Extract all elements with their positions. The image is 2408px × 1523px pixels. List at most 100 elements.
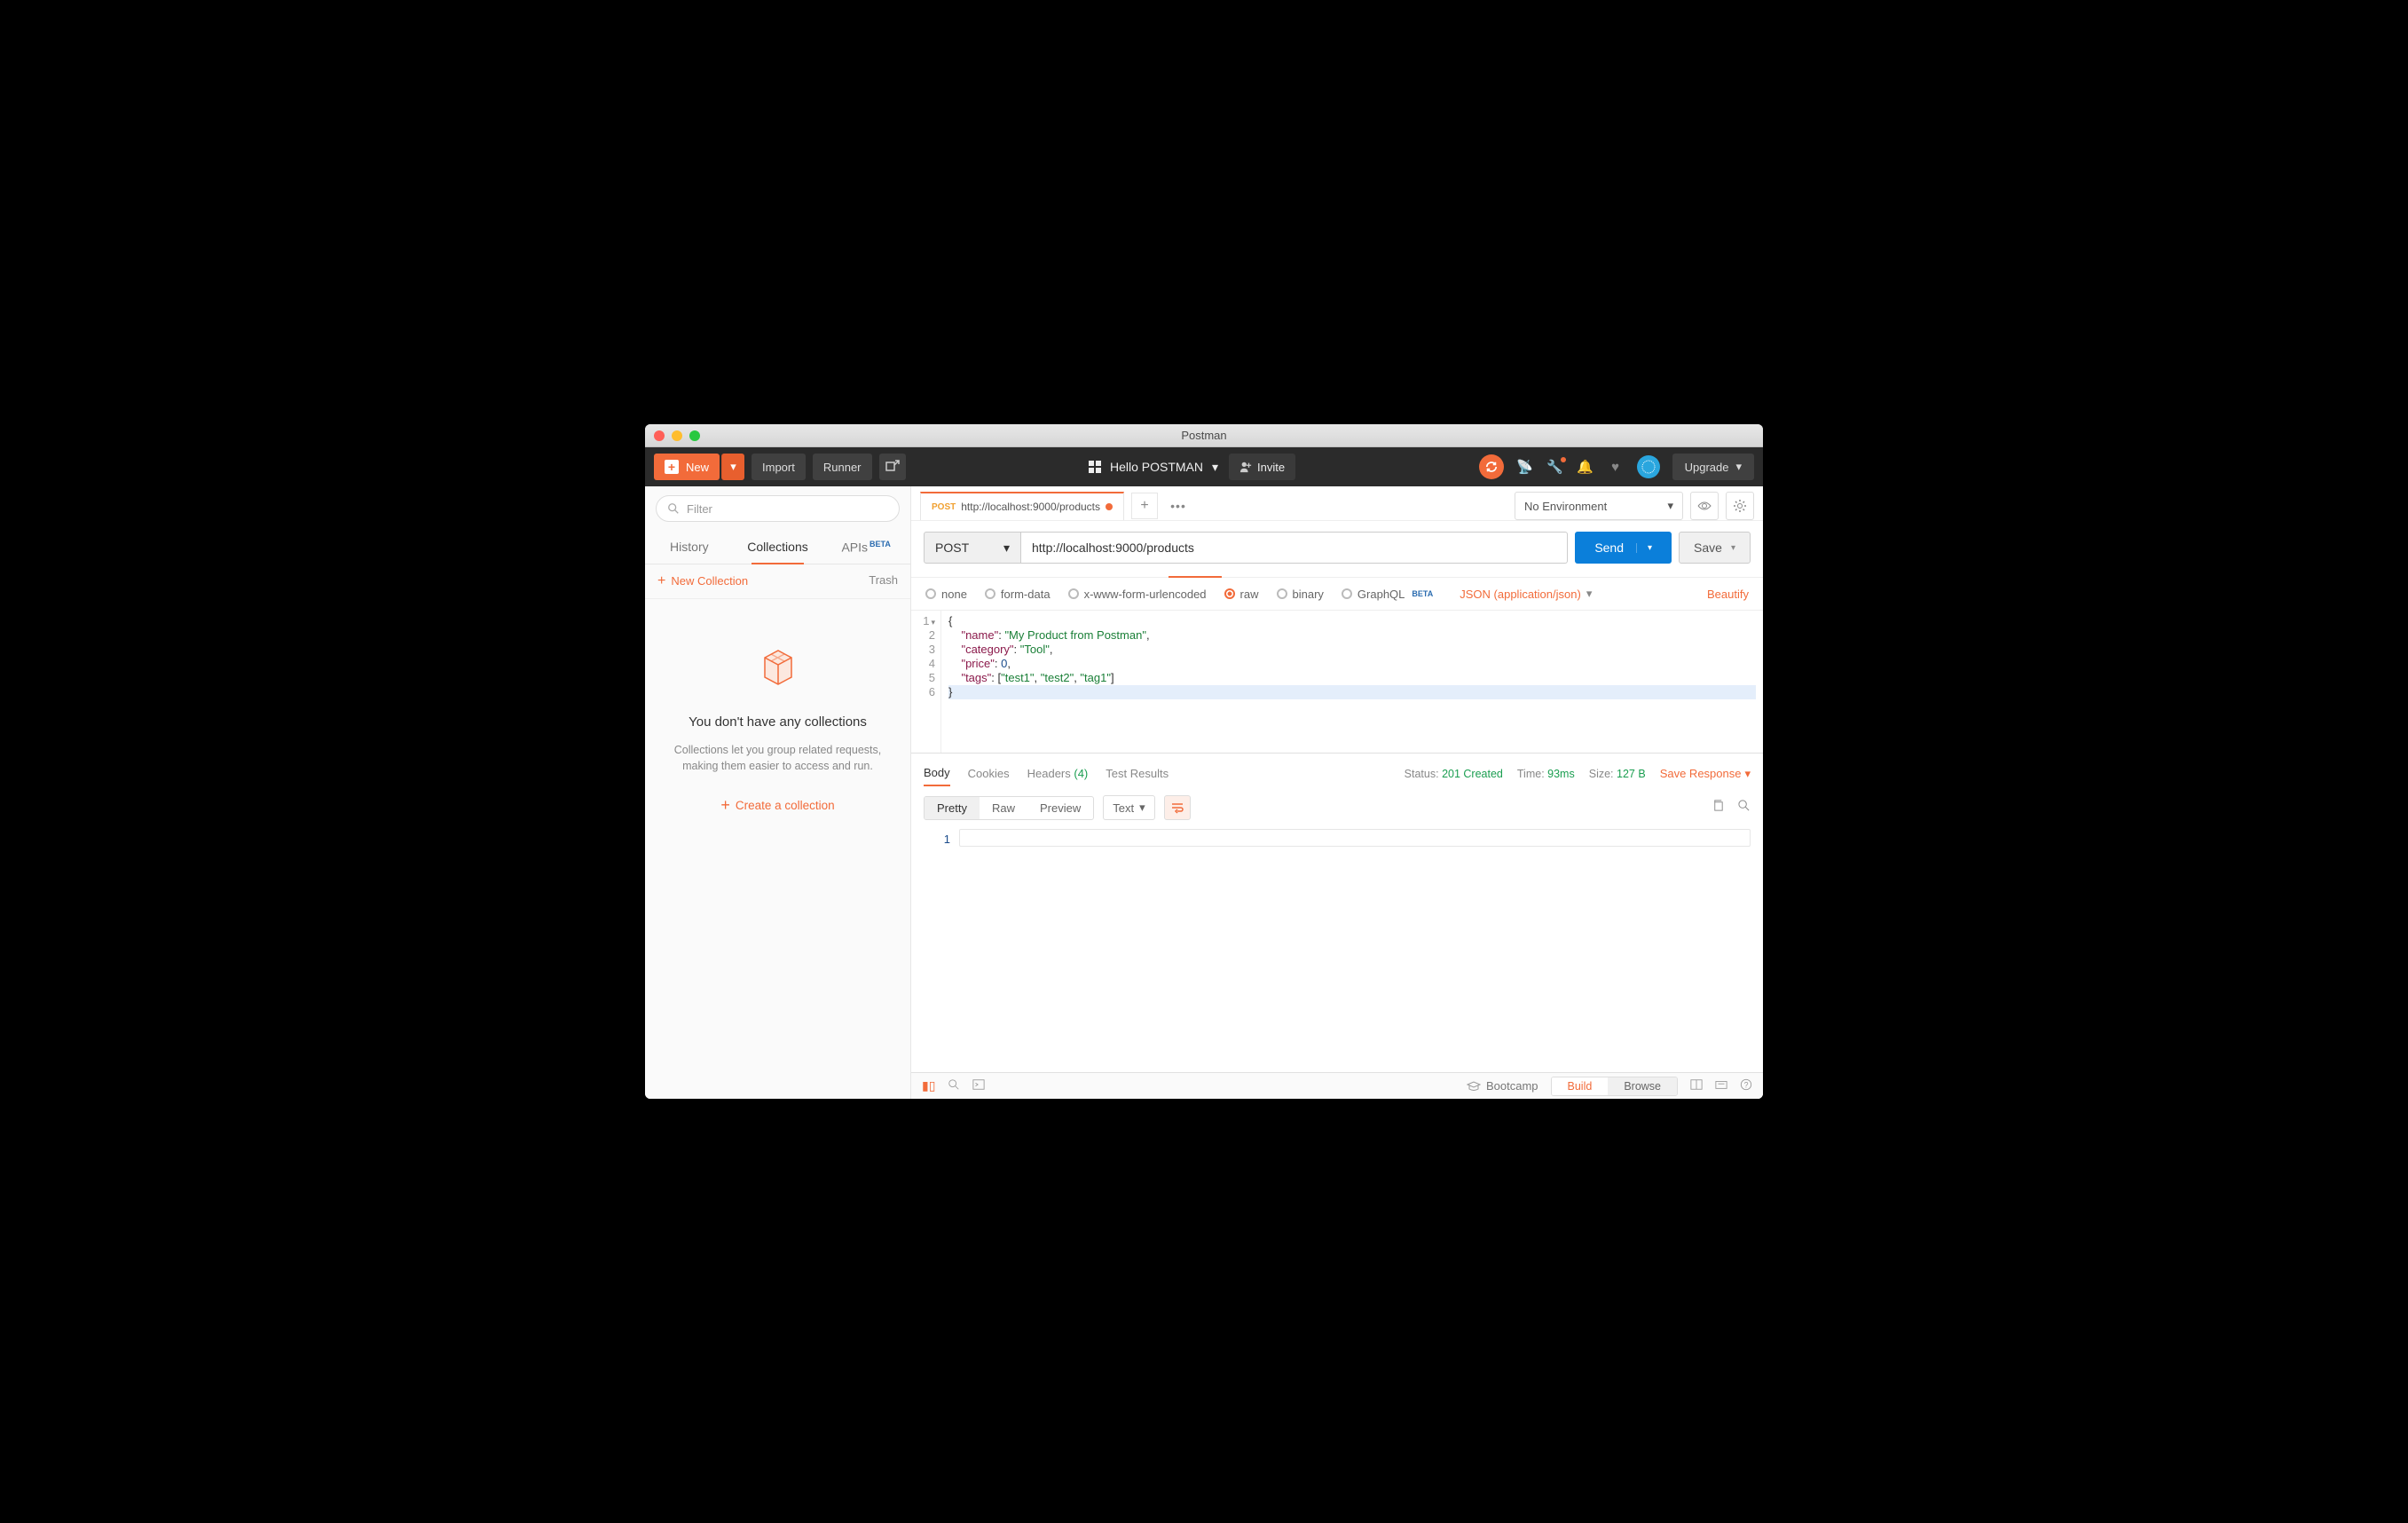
sync-icon [1485, 461, 1498, 473]
status-value: 201 Created [1442, 768, 1503, 780]
keyboard-shortcuts-icon[interactable] [1715, 1078, 1727, 1093]
top-toolbar: + New ▾ Import Runner Hello POSTMAN ▾ In… [645, 447, 1763, 486]
invite-button[interactable]: Invite [1229, 454, 1295, 480]
method-selector[interactable]: POST ▾ [924, 532, 1021, 564]
sync-button[interactable] [1479, 454, 1504, 479]
create-collection-button[interactable]: + Create a collection [720, 796, 834, 815]
view-preview[interactable]: Preview [1027, 797, 1093, 819]
workspace-name: Hello POSTMAN [1110, 460, 1203, 474]
plus-icon: + [720, 796, 730, 815]
url-input[interactable]: http://localhost:9000/products [1021, 532, 1568, 564]
new-window-button[interactable] [879, 454, 906, 480]
body-type-form-data[interactable]: form-data [985, 588, 1051, 601]
search-response-button[interactable] [1737, 799, 1751, 817]
import-button[interactable]: Import [752, 454, 806, 480]
graduation-cap-icon [1467, 1081, 1481, 1092]
copy-icon [1712, 799, 1725, 812]
body-type-graphql[interactable]: GraphQLBETA [1342, 588, 1433, 601]
build-browse-toggle[interactable]: Build Browse [1551, 1077, 1678, 1096]
find-icon[interactable] [948, 1078, 960, 1093]
svg-text:?: ? [1744, 1081, 1749, 1090]
plus-icon: + [665, 460, 679, 474]
size-value: 127 B [1617, 768, 1646, 780]
minimize-window-icon[interactable] [672, 430, 682, 441]
response-tab-tests[interactable]: Test Results [1106, 762, 1169, 785]
invite-icon [1239, 461, 1252, 473]
window-title: Postman [1181, 429, 1226, 442]
response-body: 1 [911, 829, 1763, 849]
save-button[interactable]: Save ▾ [1679, 532, 1751, 564]
chevron-down-icon: ▾ [1735, 460, 1742, 474]
two-pane-icon[interactable] [1690, 1078, 1703, 1093]
wrench-icon[interactable]: 🔧 [1546, 459, 1564, 475]
help-icon[interactable]: ? [1740, 1078, 1752, 1093]
empty-title: You don't have any collections [689, 714, 867, 730]
environment-settings-button[interactable] [1726, 492, 1754, 520]
eye-icon [1697, 499, 1712, 513]
maximize-window-icon[interactable] [689, 430, 700, 441]
search-icon [667, 502, 680, 515]
browse-tab[interactable]: Browse [1608, 1077, 1677, 1095]
tab-options-button[interactable]: ••• [1165, 493, 1192, 519]
view-raw[interactable]: Raw [980, 797, 1027, 819]
response-tab-cookies[interactable]: Cookies [968, 762, 1010, 785]
workspace-icon [1089, 461, 1101, 473]
response-line-number: 1 [924, 829, 959, 849]
plus-icon: + [657, 573, 665, 589]
sidebar-toggle-icon[interactable]: ▮▯ [922, 1078, 935, 1093]
main-pane: POST http://localhost:9000/products + ••… [911, 486, 1763, 1099]
search-icon [1737, 799, 1751, 812]
body-type-binary[interactable]: binary [1277, 588, 1324, 601]
bell-icon[interactable]: 🔔 [1577, 459, 1594, 475]
send-button[interactable]: Send ▾ [1575, 532, 1672, 564]
avatar[interactable] [1637, 455, 1660, 478]
tab-collections[interactable]: Collections [734, 531, 822, 564]
wrap-icon [1170, 801, 1184, 814]
body-type-urlencoded[interactable]: x-www-form-urlencoded [1068, 588, 1207, 601]
close-window-icon[interactable] [654, 430, 665, 441]
beta-badge: BETA [1412, 589, 1433, 598]
trash-link[interactable]: Trash [869, 573, 898, 589]
fold-icon: ▾ [931, 615, 935, 629]
new-tab-button[interactable]: + [1131, 493, 1158, 519]
tab-apis[interactable]: APIsBETA [822, 531, 910, 564]
avatar-icon [1641, 460, 1656, 474]
chevron-down-icon: ▾ [1139, 801, 1145, 815]
app-window: Postman + New ▾ Import Runner Hello POST… [645, 424, 1763, 1099]
collection-cube-icon [752, 640, 805, 693]
unsaved-dot-icon [1106, 503, 1113, 510]
upgrade-button[interactable]: Upgrade ▾ [1672, 454, 1754, 480]
environment-selector[interactable]: No Environment ▾ [1515, 492, 1683, 520]
copy-response-button[interactable] [1712, 799, 1725, 817]
status-bar: ▮▯ Bootcamp Build Browse ? [911, 1072, 1763, 1099]
new-dropdown-button[interactable]: ▾ [721, 454, 744, 480]
view-pretty[interactable]: Pretty [925, 797, 980, 819]
save-response-button[interactable]: Save Response ▾ [1660, 767, 1751, 781]
request-body-editor[interactable]: 1▾ 2 3 4 5 6 { "name": "My Product from … [911, 611, 1763, 753]
response-content[interactable] [959, 829, 1751, 847]
wrap-lines-button[interactable] [1164, 795, 1191, 820]
response-format-selector[interactable]: Text ▾ [1103, 795, 1154, 820]
body-type-raw[interactable]: raw [1224, 588, 1259, 601]
heart-icon[interactable]: ♥ [1607, 460, 1625, 475]
console-icon[interactable] [972, 1078, 985, 1093]
runner-button[interactable]: Runner [813, 454, 872, 480]
request-tab[interactable]: POST http://localhost:9000/products [920, 492, 1124, 520]
body-type-none[interactable]: none [925, 588, 967, 601]
response-tab-headers[interactable]: Headers (4) [1027, 762, 1089, 785]
bootcamp-button[interactable]: Bootcamp [1467, 1079, 1538, 1093]
response-tab-body[interactable]: Body [924, 761, 950, 786]
satellite-icon[interactable]: 📡 [1516, 459, 1534, 475]
filter-input[interactable]: Filter [656, 495, 900, 522]
new-button[interactable]: + New [654, 454, 720, 480]
sidebar: Filter History Collections APIsBETA + Ne… [645, 486, 911, 1099]
build-tab[interactable]: Build [1552, 1077, 1609, 1095]
tab-history[interactable]: History [645, 531, 734, 564]
workspace-selector[interactable]: Hello POSTMAN ▾ [1089, 460, 1218, 475]
environment-preview-button[interactable] [1690, 492, 1719, 520]
chevron-down-icon: ▾ [1731, 543, 1735, 553]
beautify-button[interactable]: Beautify [1707, 588, 1749, 601]
new-collection-button[interactable]: + New Collection [657, 573, 748, 589]
content-type-selector[interactable]: JSON (application/json) ▾ [1460, 587, 1592, 601]
request-section-tabs [911, 574, 1763, 578]
